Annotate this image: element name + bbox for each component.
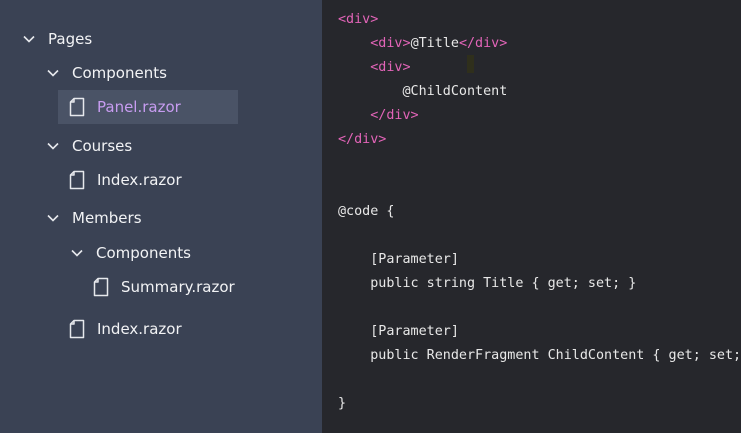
code-token-tag: <div> bbox=[370, 60, 411, 75]
code-line: } bbox=[338, 393, 346, 415]
tree-item-label: Components bbox=[96, 244, 191, 262]
code-token: } bbox=[338, 396, 347, 411]
text-cursor bbox=[467, 55, 474, 73]
code-editor[interactable]: <div> <div>@Title</div> <div> @ChildCont… bbox=[322, 0, 741, 433]
tree-folder-courses[interactable]: Courses bbox=[46, 129, 132, 163]
code-token: [Parameter] bbox=[338, 252, 459, 267]
tree-file-summary-razor[interactable]: Summary.razor bbox=[92, 270, 235, 304]
app-window: Pages Components Panel.razor Courses Index.r… bbox=[0, 0, 741, 433]
chevron-down-icon bbox=[46, 66, 60, 80]
code-token: @Title bbox=[410, 36, 459, 51]
file-icon bbox=[68, 97, 86, 117]
code-line: public RenderFragment ChildContent { get… bbox=[338, 345, 741, 367]
tree-item-label: Summary.razor bbox=[121, 278, 235, 296]
tree-item-label: Index.razor bbox=[97, 171, 182, 189]
tree-item-label: Members bbox=[72, 209, 142, 227]
code-token-tag: </div> bbox=[338, 132, 387, 147]
tree-item-label: Courses bbox=[72, 137, 133, 155]
code-line: [Parameter] bbox=[338, 249, 459, 271]
code-line: <div> bbox=[338, 9, 378, 31]
code-token: @ChildContent bbox=[338, 84, 508, 99]
tree-folder-components[interactable]: Components bbox=[70, 236, 191, 270]
tree-item-label: Components bbox=[72, 64, 167, 82]
chevron-down-icon bbox=[70, 246, 84, 260]
code-line: </div> bbox=[338, 105, 419, 127]
code-line: <div> bbox=[338, 57, 411, 79]
chevron-down-icon bbox=[22, 32, 36, 46]
code-line: @ChildContent bbox=[338, 81, 507, 103]
code-line: [Parameter] bbox=[338, 321, 459, 343]
tree-item-label: Pages bbox=[48, 30, 93, 48]
code-line: </div> bbox=[338, 129, 386, 151]
code-token-tag: <div> bbox=[370, 36, 411, 51]
code-line: public string Title { get; set; } bbox=[338, 273, 636, 295]
chevron-down-icon bbox=[46, 211, 60, 225]
code-token-tag: <div> bbox=[338, 12, 379, 27]
file-icon bbox=[92, 277, 110, 297]
code-line: @code { bbox=[338, 201, 394, 223]
code-token-tag: </div> bbox=[370, 108, 419, 123]
code-token: @code { bbox=[338, 204, 395, 219]
tree-folder-pages[interactable]: Pages bbox=[22, 22, 92, 56]
tree-folder-components[interactable]: Components bbox=[46, 56, 167, 90]
chevron-down-icon bbox=[46, 139, 60, 153]
tree-file-panel-razor[interactable]: Panel.razor bbox=[58, 90, 238, 124]
tree-item-label: Index.razor bbox=[97, 320, 182, 338]
code-token: [Parameter] bbox=[338, 324, 459, 339]
code-token: public RenderFragment ChildContent { get… bbox=[338, 348, 741, 363]
code-line: <div>@Title</div> bbox=[338, 33, 507, 55]
tree-item-label: Panel.razor bbox=[97, 98, 181, 116]
file-explorer: Pages Components Panel.razor Courses Index.r… bbox=[0, 0, 322, 433]
tree-folder-members[interactable]: Members bbox=[46, 201, 142, 235]
tree-file-index-razor[interactable]: Index.razor bbox=[68, 163, 182, 197]
file-icon bbox=[68, 170, 86, 190]
code-token-tag: </div> bbox=[458, 36, 508, 51]
file-icon bbox=[68, 319, 86, 339]
tree-file-index-razor[interactable]: Index.razor bbox=[68, 312, 182, 346]
code-token: public string Title { get; set; } bbox=[338, 276, 637, 291]
